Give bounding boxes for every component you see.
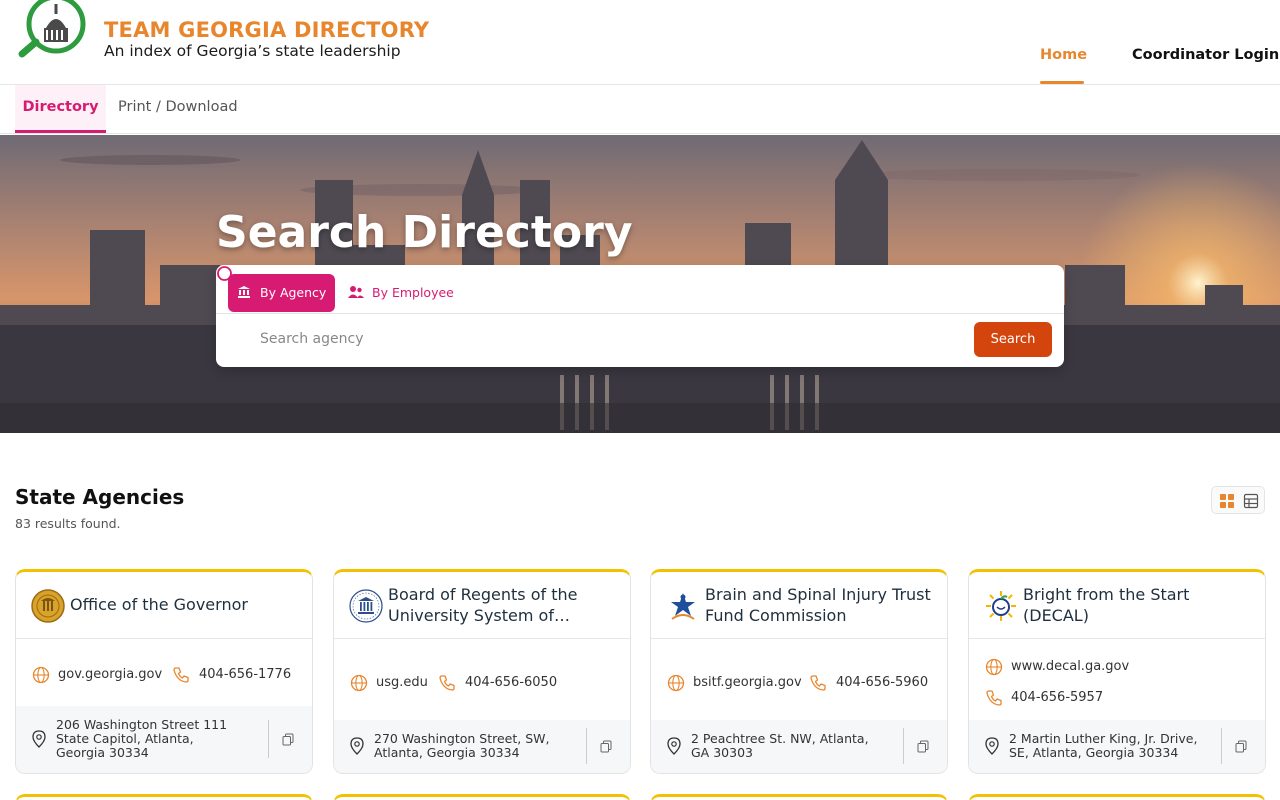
- agency-website-link[interactable]: usg.edu: [376, 675, 428, 690]
- nav-coordinator-login-link[interactable]: Coordinator Login: [1132, 47, 1279, 63]
- agency-card-next-row[interactable]: [650, 794, 948, 800]
- search-button[interactable]: Search: [974, 322, 1052, 357]
- tab-by-employee-label: By Employee: [372, 285, 454, 300]
- address-divider: [903, 728, 904, 764]
- agency-address: 206 Washington Street 111 State Capitol,…: [56, 717, 228, 760]
- hero-banner: Search Directory By Agency By Employee S…: [0, 135, 1280, 433]
- usg-columns-icon: [349, 589, 383, 623]
- sun-apple-icon: [986, 591, 1016, 621]
- globe-icon: [985, 658, 1003, 676]
- agency-name[interactable]: Board of Regents of the University Syste…: [388, 584, 618, 626]
- address-divider: [586, 728, 587, 764]
- agency-card[interactable]: Board of Regents of the University Syste…: [333, 569, 631, 774]
- search-divider: [216, 313, 1064, 314]
- location-pin-icon: [985, 737, 999, 755]
- agency-card-next-row[interactable]: [15, 794, 313, 800]
- georgia-seal-icon: [31, 589, 65, 623]
- phone-icon: [810, 675, 826, 691]
- location-pin-icon: [32, 730, 46, 748]
- agency-address: 270 Washington Street, SW, Atlanta, Geor…: [374, 731, 550, 760]
- phone-icon: [439, 675, 455, 691]
- copy-icon[interactable]: [1235, 740, 1247, 753]
- brand-title[interactable]: TEAM GEORGIA DIRECTORY: [104, 18, 429, 42]
- tab-print-download[interactable]: Print / Download: [118, 85, 238, 133]
- users-icon: [348, 286, 364, 298]
- address-divider: [268, 720, 269, 758]
- agency-card-header: Board of Regents of the University Syste…: [334, 572, 630, 639]
- brand-subtitle: An index of Georgia’s state leadership: [104, 42, 401, 60]
- nav-home-active-indicator: [1040, 81, 1084, 84]
- copy-icon[interactable]: [917, 740, 929, 753]
- view-toggle: [1211, 486, 1265, 514]
- star-figure-icon: [671, 593, 695, 620]
- tab-by-agency[interactable]: By Agency: [228, 274, 335, 312]
- copy-icon[interactable]: [600, 740, 612, 753]
- agency-address-bar: 2 Martin Luther King, Jr. Drive, SE, Atl…: [969, 720, 1265, 773]
- phone-icon: [986, 690, 1002, 706]
- address-divider: [1221, 728, 1222, 764]
- location-pin-icon: [667, 737, 681, 755]
- agency-card-next-row[interactable]: [333, 794, 631, 800]
- agency-name[interactable]: Brain and Spinal Injury Trust Fund Commi…: [705, 584, 935, 626]
- sub-navigation: Directory Print / Download: [0, 85, 1280, 134]
- agency-phone[interactable]: 404-656-6050: [465, 675, 557, 690]
- agency-card[interactable]: Brain and Spinal Injury Trust Fund Commi…: [650, 569, 948, 774]
- grid-view-icon[interactable]: [1219, 493, 1235, 509]
- globe-icon: [667, 674, 685, 692]
- section-title: State Agencies: [15, 485, 185, 509]
- hero-title: Search Directory: [216, 207, 633, 258]
- agency-card[interactable]: Office of the Governor gov.georgia.gov 4…: [15, 569, 313, 774]
- agency-name[interactable]: Bright from the Start (DECAL): [1023, 584, 1253, 626]
- copy-icon[interactable]: [282, 733, 294, 746]
- agency-address-bar: 2 Peachtree St. NW, Atlanta, GA 30303: [651, 720, 947, 773]
- agency-card-next-row[interactable]: [968, 794, 1266, 800]
- agency-phone[interactable]: 404-656-1776: [199, 667, 291, 682]
- agency-phone[interactable]: 404-656-5957: [1011, 690, 1103, 705]
- globe-icon: [32, 666, 50, 684]
- table-view-icon[interactable]: [1243, 493, 1259, 509]
- tab-directory[interactable]: Directory: [15, 85, 106, 133]
- agency-phone[interactable]: 404-656-5960: [836, 675, 928, 690]
- search-agency-input[interactable]: [260, 325, 960, 353]
- agency-card[interactable]: Bright from the Start (DECAL) www.decal.…: [968, 569, 1266, 774]
- agency-card-header: Bright from the Start (DECAL): [969, 572, 1265, 639]
- search-panel: By Agency By Employee Search: [216, 265, 1064, 367]
- agency-name[interactable]: Office of the Governor: [70, 594, 300, 616]
- agency-website-link[interactable]: gov.georgia.gov: [58, 667, 162, 682]
- agency-card-header: Office of the Governor: [16, 572, 312, 639]
- agency-address: 2 Martin Luther King, Jr. Drive, SE, Atl…: [1009, 731, 1198, 760]
- building-icon: [238, 286, 250, 298]
- tab-by-agency-label: By Agency: [260, 285, 327, 300]
- nav-home-link[interactable]: Home: [1040, 47, 1087, 63]
- location-pin-icon: [350, 737, 364, 755]
- agency-address-bar: 206 Washington Street 111 State Capitol,…: [16, 706, 312, 773]
- agency-website-link[interactable]: www.decal.ga.gov: [1011, 659, 1129, 674]
- search-icon: [217, 266, 235, 284]
- phone-icon: [173, 667, 189, 683]
- agency-website-link[interactable]: bsitf.georgia.gov: [693, 675, 802, 690]
- agency-address-bar: 270 Washington Street, SW, Atlanta, Geor…: [334, 720, 630, 773]
- agency-card-header: Brain and Spinal Injury Trust Fund Commi…: [651, 572, 947, 639]
- agency-address: 2 Peachtree St. NW, Atlanta, GA 30303: [691, 731, 869, 760]
- results-count: 83 results found.: [15, 516, 121, 531]
- site-header: TEAM GEORGIA DIRECTORY An index of Georg…: [0, 0, 1280, 85]
- capitol-magnifier-logo-icon[interactable]: [16, 0, 88, 58]
- globe-icon: [350, 674, 368, 692]
